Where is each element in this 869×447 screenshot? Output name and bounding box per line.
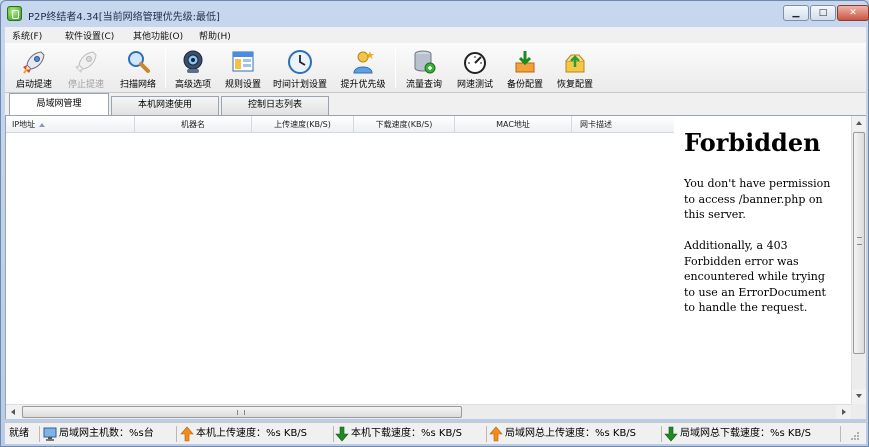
status-ready: 就绪 (9, 428, 29, 439)
menu-system[interactable]: 系统(F) (12, 29, 42, 42)
upload-arrow-icon (180, 426, 194, 442)
title-bar[interactable]: P2P终结者4.34[当前网络管理优先级:最低] ▁ □ ✕ (1, 1, 869, 27)
toolbar: 启动提速 停止提速 扫描网络 高级选项 规则设置 时间计划设置 提升优先级 流量… (5, 43, 866, 93)
speed-test-label: 网速测试 (456, 80, 493, 90)
restore-config-button[interactable]: 恢复配置 (551, 45, 599, 91)
scroll-down-arrow-icon[interactable] (852, 389, 866, 404)
vertical-scrollbar[interactable] (851, 116, 866, 404)
scan-network-label: 扫描网络 (119, 80, 156, 90)
tab-strip: 局域网管理 本机网速使用 控制日志列表 (5, 93, 866, 115)
resize-grip-icon[interactable] (847, 426, 861, 442)
minimize-button[interactable]: ▁ (783, 5, 809, 21)
raise-priority-label: 提升优先级 (340, 80, 386, 90)
banner-error-detail: Additionally, a 403 Forbidden error was … (684, 239, 826, 314)
scroll-up-arrow-icon[interactable] (852, 116, 866, 131)
upload-arrow-icon (489, 426, 503, 442)
speed-test-button[interactable]: 网速测试 (451, 45, 499, 91)
rules-settings-label: 规则设置 (224, 80, 261, 90)
lan-hosts-icon (43, 427, 57, 441)
banner-heading: Forbidden (684, 128, 821, 157)
status-separator (661, 426, 662, 442)
start-boost-button[interactable]: 启动提速 (11, 45, 57, 91)
column-machine-name[interactable]: 机器名 (135, 116, 252, 133)
status-bar: 就绪 局域网主机数：%s台 本机上传速度：%s KB/S 本机下载速度：%s K… (5, 422, 866, 444)
advanced-options-label: 高级选项 (174, 80, 211, 90)
backup-config-button[interactable]: 备份配置 (501, 45, 549, 91)
banner-message: You don't have permission to access /ban… (684, 177, 831, 221)
schedule-settings-button[interactable]: 时间计划设置 (269, 45, 331, 91)
column-ip-address[interactable]: IP地址 (6, 116, 135, 133)
rules-settings-button[interactable]: 规则设置 (219, 45, 267, 91)
download-arrow-icon (335, 426, 349, 442)
window-title: P2P终结者4.34[当前网络管理优先级:最低] (28, 12, 220, 23)
scroll-left-arrow-icon[interactable] (6, 405, 21, 419)
status-separator (39, 426, 40, 442)
tab-local-speed[interactable]: 本机网速使用 (111, 96, 219, 115)
toolbar-separator (395, 48, 396, 88)
stop-boost-button[interactable]: 停止提速 (63, 45, 109, 91)
column-mac-address[interactable]: MAC地址 (455, 116, 572, 133)
status-separator (176, 426, 177, 442)
column-download-speed[interactable]: 下载速度(KB/S) (354, 116, 455, 133)
menu-help[interactable]: 帮助(H) (199, 29, 231, 42)
column-ip-address-label: IP地址 (12, 120, 36, 129)
scan-network-button[interactable]: 扫描网络 (113, 45, 163, 91)
traffic-query-button[interactable]: 流量查询 (399, 45, 449, 91)
status-separator (486, 426, 487, 442)
ad-banner-panel: Forbidden You don't have permission to a… (674, 116, 850, 404)
close-button[interactable]: ✕ (837, 5, 869, 21)
status-separator (333, 426, 334, 442)
main-window: P2P终结者4.34[当前网络管理优先级:最低] ▁ □ ✕ 系统(F) 软件设… (0, 0, 869, 447)
raise-priority-button[interactable]: 提升优先级 (335, 45, 391, 91)
status-local-upload: 本机上传速度：%s KB/S (196, 428, 308, 439)
schedule-settings-label: 时间计划设置 (272, 80, 327, 90)
user-star-icon (353, 51, 374, 74)
speedometer-icon (464, 52, 486, 74)
rocket-disabled-icon (75, 51, 97, 73)
tab-control-log[interactable]: 控制日志列表 (221, 96, 329, 115)
restore-box-icon (565, 54, 585, 73)
database-icon (414, 50, 436, 74)
menu-software-settings[interactable]: 软件设置(C) (65, 29, 114, 42)
advanced-options-button[interactable]: 高级选项 (169, 45, 217, 91)
status-local-download: 本机下载速度：%s KB/S (351, 428, 463, 439)
traffic-query-label: 流量查询 (405, 80, 442, 90)
magnifier-icon (128, 51, 150, 73)
stop-boost-label: 停止提速 (67, 80, 104, 90)
rules-window-icon (232, 51, 254, 72)
start-boost-label: 启动提速 (15, 80, 52, 90)
tab-lan-management[interactable]: 局域网管理 (9, 93, 109, 115)
lan-host-list-panel: IP地址 机器名 上传速度(KB/S) 下载速度(KB/S) MAC地址 网卡描… (5, 115, 866, 419)
status-separator (840, 426, 841, 442)
status-lan-upload: 局域网总上传速度：%s KB/S (505, 428, 637, 439)
download-arrow-icon (664, 426, 678, 442)
restore-config-label: 恢复配置 (556, 80, 593, 90)
rocket-icon (23, 51, 45, 74)
scroll-right-arrow-icon[interactable] (836, 405, 851, 419)
status-lan-download: 局域网总下载速度：%s KB/S (680, 428, 812, 439)
toolbar-separator (165, 48, 166, 88)
scrollbar-corner (851, 404, 866, 419)
menu-other-functions[interactable]: 其他功能(O) (133, 29, 183, 42)
clock-icon (288, 50, 312, 74)
maximize-button[interactable]: □ (810, 5, 836, 21)
column-upload-speed[interactable]: 上传速度(KB/S) (252, 116, 354, 133)
column-nic-description[interactable]: 网卡描述 (572, 116, 674, 133)
list-header: IP地址 机器名 上传速度(KB/S) 下载速度(KB/S) MAC地址 网卡描… (6, 116, 674, 133)
download-box-icon (515, 51, 535, 73)
vertical-scroll-thumb[interactable] (853, 132, 865, 354)
backup-config-label: 备份配置 (506, 80, 543, 90)
menu-bar: 系统(F) 软件设置(C) 其他功能(O) 帮助(H) (5, 27, 866, 43)
app-logo-icon (7, 6, 22, 21)
sort-ascending-icon (39, 122, 46, 127)
webcam-icon (183, 50, 203, 73)
horizontal-scroll-thumb[interactable] (22, 406, 462, 418)
status-host-count: 局域网主机数：%s台 (59, 428, 154, 439)
horizontal-scrollbar[interactable] (6, 404, 851, 419)
